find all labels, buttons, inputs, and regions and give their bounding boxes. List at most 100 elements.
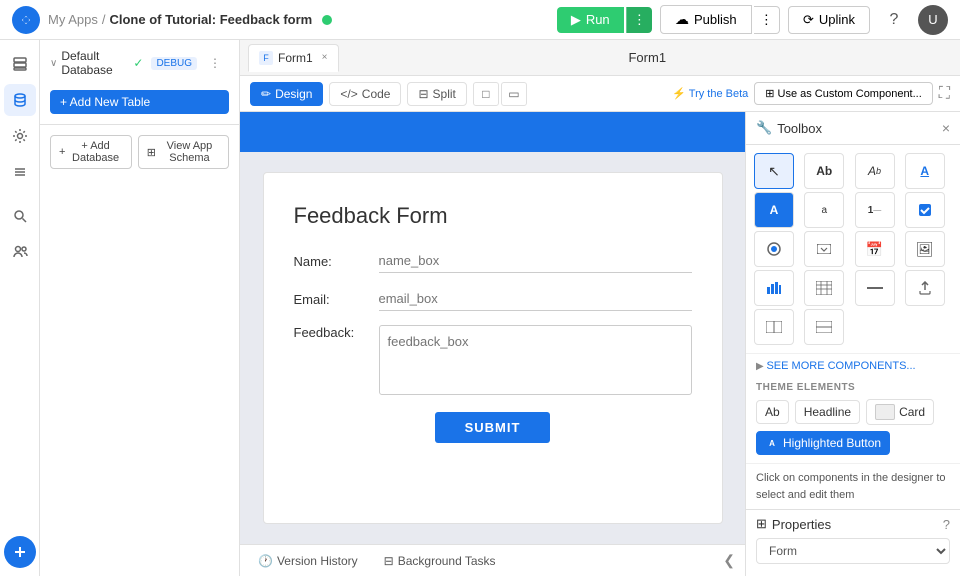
split-icon: ⊟ — [418, 87, 428, 101]
run-button-group: ▶ Run ⋮ — [557, 7, 652, 33]
toolbox-header: 🔧 Toolbox × — [746, 112, 960, 145]
tool-checkbox[interactable] — [905, 192, 945, 228]
publish-button[interactable]: ☁ Publish — [660, 5, 752, 34]
tool-radio[interactable] — [754, 231, 794, 267]
email-row: Email: — [294, 287, 692, 311]
toolbox-close-button[interactable]: × — [942, 120, 950, 136]
nav-icon-search[interactable] — [4, 200, 36, 232]
submit-button[interactable]: SUBMIT — [435, 412, 551, 443]
run-button[interactable]: ▶ Run — [557, 7, 624, 33]
version-icon: 🕐 — [258, 554, 273, 568]
publish-more-button[interactable]: ⋮ — [754, 6, 780, 34]
email-input[interactable] — [379, 287, 692, 311]
db-section-header: ∨ Default Database ✓ DEBUG ⋮ — [40, 40, 239, 86]
beta-icon: ⚡ — [672, 87, 686, 100]
theme-headline-label: Headline — [804, 405, 851, 419]
view-size-mobile[interactable]: ▭ — [501, 82, 527, 106]
design-button[interactable]: ✏ Design — [250, 82, 323, 106]
tool-text-link[interactable]: A — [905, 153, 945, 189]
avatar[interactable]: U — [918, 5, 948, 35]
sub-toolbar: ✏ Design </> Code ⊟ Split □ ▭ ⚡ Try the … — [240, 76, 960, 112]
tool-row-layout[interactable] — [804, 309, 844, 345]
app-name: Clone of Tutorial: Feedback form — [109, 12, 312, 27]
tab-form1[interactable]: F Form1 × — [248, 44, 339, 72]
theme-card-item[interactable]: Card — [866, 399, 934, 425]
add-database-button[interactable]: + + Add Database — [50, 135, 132, 169]
name-row: Name: — [294, 249, 692, 273]
nav-icon-users[interactable] — [4, 236, 36, 268]
feedback-label: Feedback: — [294, 325, 379, 340]
split-button[interactable]: ⊟ Split — [407, 82, 466, 106]
db-chevron[interactable]: ∨ — [50, 58, 57, 69]
theme-text-label: Ab — [765, 405, 780, 419]
name-label: Name: — [294, 254, 379, 269]
uplink-button[interactable]: ⟳ Uplink — [788, 6, 870, 34]
tool-text-input[interactable]: A — [754, 192, 794, 228]
background-tasks-button[interactable]: ⊟ Background Tasks — [376, 551, 504, 571]
help-button[interactable]: ? — [878, 4, 910, 36]
theme-text-item[interactable]: Ab — [756, 400, 789, 424]
tool-dropdown[interactable] — [804, 231, 844, 267]
version-history-button[interactable]: 🕐 Version History — [250, 551, 366, 571]
feedback-textarea[interactable] — [379, 325, 692, 395]
tool-column-layout[interactable] — [754, 309, 794, 345]
version-history-label: Version History — [277, 554, 358, 568]
try-beta-label: Try the Beta — [689, 88, 749, 100]
nav-icon-database[interactable] — [4, 84, 36, 116]
tool-chart[interactable] — [754, 270, 794, 306]
nav-icon-list[interactable] — [4, 156, 36, 188]
view-schema-button[interactable]: ⊞ View App Schema — [138, 135, 229, 169]
icon-nav — [0, 40, 40, 576]
split-label: Split — [433, 87, 456, 101]
code-button[interactable]: </> Code — [329, 82, 401, 106]
db-more-icon[interactable]: ⋮ — [201, 48, 229, 78]
tool-file-upload[interactable] — [905, 270, 945, 306]
tab-close-icon[interactable]: × — [322, 52, 328, 63]
nav-icon-add[interactable] — [4, 536, 36, 568]
theme-items: Ab Headline Card A Highlighted Button — [746, 395, 960, 463]
properties-help-icon[interactable]: ? — [943, 517, 950, 532]
collapse-button[interactable]: ❮ — [723, 552, 735, 569]
add-table-label: + Add New Table — [60, 95, 150, 109]
tool-image[interactable]: 🖼 — [905, 231, 945, 267]
tool-horizontal-line[interactable] — [855, 270, 895, 306]
name-input[interactable] — [379, 249, 692, 273]
view-size-desktop[interactable]: □ — [473, 82, 499, 106]
custom-icon: ⊞ — [765, 87, 774, 100]
background-tasks-label: Background Tasks — [398, 554, 496, 568]
tool-text-small[interactable]: a — [804, 192, 844, 228]
run-more-button[interactable]: ⋮ — [626, 7, 652, 33]
see-more-components[interactable]: ▶ SEE MORE COMPONENTS... — [746, 353, 960, 378]
my-apps-link[interactable]: My Apps — [48, 12, 98, 27]
theme-headline-item[interactable]: Headline — [795, 400, 860, 424]
tool-number-input[interactable]: 1— — [855, 192, 895, 228]
design-label: Design — [275, 87, 312, 101]
tool-cursor[interactable]: ↖ — [754, 153, 794, 189]
see-more-arrow: ▶ — [756, 361, 766, 372]
submit-row: SUBMIT — [294, 412, 692, 443]
theme-highlighted-button-item[interactable]: A Highlighted Button — [756, 431, 890, 455]
email-label: Email: — [294, 292, 379, 307]
add-table-button[interactable]: + Add New Table — [50, 90, 229, 114]
tool-data-grid[interactable] — [804, 270, 844, 306]
nav-icon-layers[interactable] — [4, 48, 36, 80]
tool-text-heading[interactable]: Ab — [855, 153, 895, 189]
uplink-icon: ⟳ — [803, 12, 814, 28]
plus-icon: + — [59, 146, 65, 158]
properties-type-select[interactable]: Form — [756, 538, 950, 564]
publish-icon: ☁ — [675, 11, 689, 28]
tool-date-picker[interactable]: 📅 — [855, 231, 895, 267]
theme-highlighted-label: Highlighted Button — [783, 436, 881, 450]
form-container: Feedback Form Name: Email: Feedback: — [263, 172, 723, 524]
tool-text-body[interactable]: Ab — [804, 153, 844, 189]
db-actions-row: + + Add Database ⊞ View App Schema — [40, 131, 239, 173]
expand-icon[interactable]: ⛶ — [939, 85, 950, 103]
theme-card-icon — [875, 404, 895, 420]
code-icon: </> — [340, 87, 357, 101]
code-label: Code — [362, 87, 391, 101]
nav-icon-settings[interactable] — [4, 120, 36, 152]
toolbox-grid: ↖ Ab Ab A A a 1— — [746, 145, 960, 353]
try-beta-link[interactable]: ⚡ Try the Beta — [672, 87, 748, 100]
custom-component-button[interactable]: ⊞ Use as Custom Component... — [754, 82, 933, 105]
toolbox-icon: 🔧 — [756, 120, 772, 136]
